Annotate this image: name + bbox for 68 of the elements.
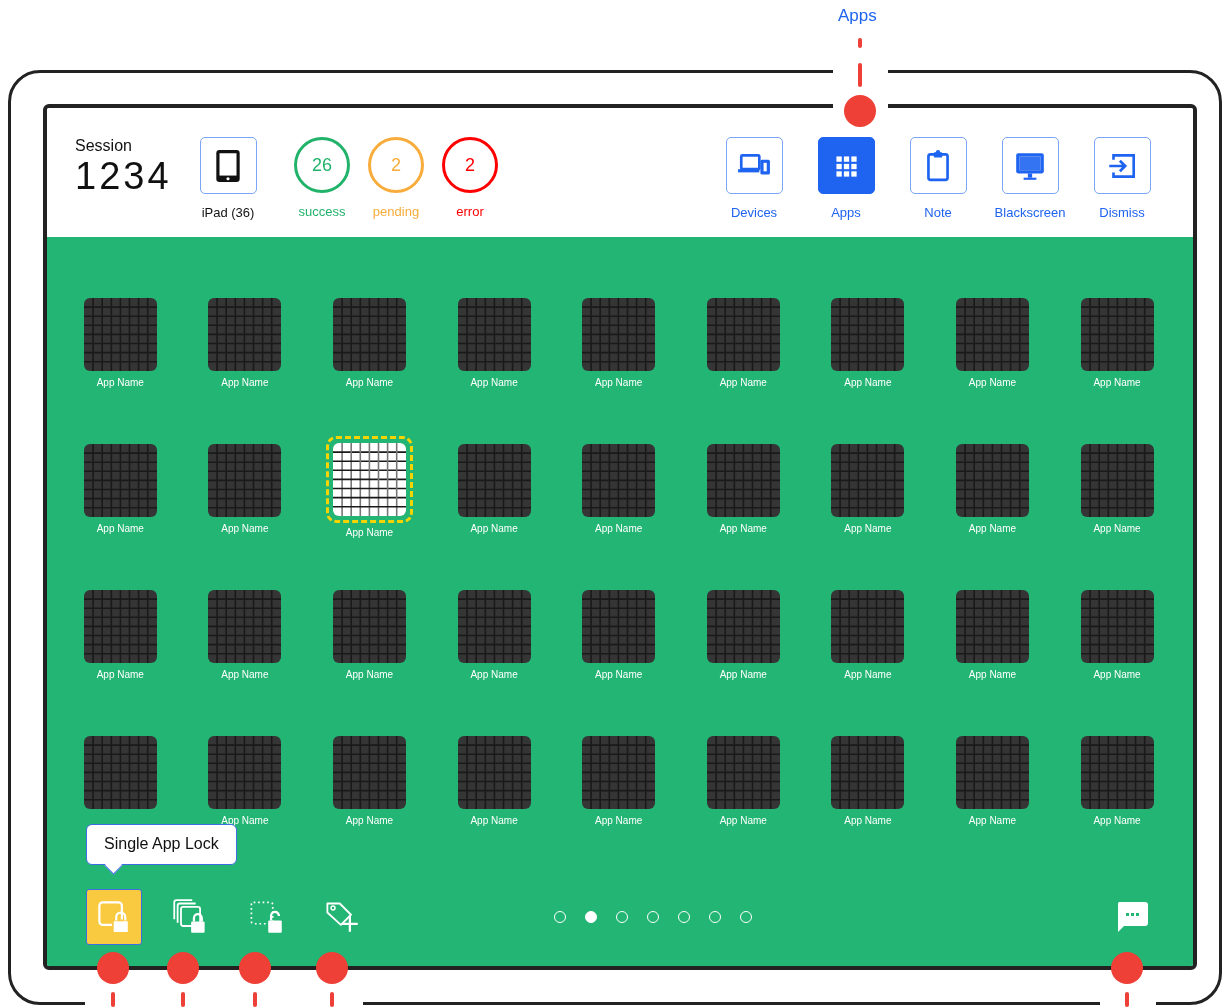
app-name: App Name xyxy=(844,377,892,389)
status-count: 2 xyxy=(368,137,424,193)
nav-button[interactable] xyxy=(1001,137,1059,194)
app-name: App Name xyxy=(595,669,643,681)
nav-button[interactable] xyxy=(1093,137,1151,194)
app-name: App Name xyxy=(1093,669,1141,681)
app-name: App Name xyxy=(345,527,394,539)
dotted-unlock-icon xyxy=(248,899,284,935)
callout-marker xyxy=(316,952,348,1007)
app-name: App Name xyxy=(968,669,1017,681)
nav-label: Dismiss xyxy=(1099,205,1145,220)
callout-marker xyxy=(167,952,199,1007)
app-name: App Name xyxy=(844,523,892,535)
session-number: 1234 xyxy=(75,155,173,197)
callout-marker xyxy=(97,952,129,1007)
nav-button[interactable] xyxy=(909,137,967,194)
nav-label: Note xyxy=(924,205,952,220)
app-icon[interactable] xyxy=(333,443,406,516)
app-name: App Name xyxy=(1093,523,1141,535)
page-dot[interactable] xyxy=(585,911,597,923)
app-name: App Name xyxy=(719,523,767,535)
status-label: pending xyxy=(372,204,420,219)
device-button[interactable] xyxy=(199,137,257,194)
nav-label: Apps xyxy=(831,205,861,220)
app-name: App Name xyxy=(1093,377,1141,389)
app-name: App Name xyxy=(719,377,767,389)
app-name: App Name xyxy=(345,669,394,681)
app-name: App Name xyxy=(968,815,1017,827)
app-name: App Name xyxy=(968,377,1017,389)
app-name: App Name xyxy=(96,523,144,535)
app-name: App Name xyxy=(221,815,269,827)
app-name: App Name xyxy=(844,815,892,827)
app-name: App Name xyxy=(470,377,518,389)
device-label: iPad (36) xyxy=(201,205,255,220)
app-name: App Name xyxy=(719,815,767,827)
chat-icon[interactable] xyxy=(1116,901,1148,933)
app-name: App Name xyxy=(1093,815,1141,827)
app-name: App Name xyxy=(96,669,144,681)
callout-label: Apps xyxy=(838,6,877,26)
tooltip: Single App Lock xyxy=(86,824,237,865)
app-name: App Name xyxy=(595,377,643,389)
nav-label: Blackscreen xyxy=(994,205,1066,220)
status-count: 2 xyxy=(442,137,498,193)
callout-marker xyxy=(239,952,271,1007)
lock-tool-button[interactable] xyxy=(86,889,142,945)
callout-marker xyxy=(1111,952,1143,1007)
app-name: App Name xyxy=(221,523,269,535)
app-name: App Name xyxy=(968,523,1017,535)
nav-button[interactable] xyxy=(725,137,783,194)
app-name: App Name xyxy=(595,523,643,535)
app-name: App Name xyxy=(96,377,144,389)
app-name: App Name xyxy=(470,815,518,827)
session-label: Session xyxy=(75,137,133,155)
app-name: App Name xyxy=(470,523,518,535)
app-name: App Name xyxy=(221,669,269,681)
status-label: success xyxy=(298,204,346,219)
app-name: App Name xyxy=(221,377,269,389)
app-name: App Name xyxy=(470,669,518,681)
app-name: App Name xyxy=(345,815,394,827)
app-name: App Name xyxy=(595,815,643,827)
app-name: App Name xyxy=(844,669,892,681)
nav-button[interactable] xyxy=(817,137,875,194)
nav-label: Devices xyxy=(730,205,778,220)
status-label: error xyxy=(456,204,484,219)
stacked-lock-icon xyxy=(172,899,208,935)
app-name: App Name xyxy=(719,669,767,681)
status-count: 26 xyxy=(294,137,350,193)
app-name: App Name xyxy=(345,377,394,389)
